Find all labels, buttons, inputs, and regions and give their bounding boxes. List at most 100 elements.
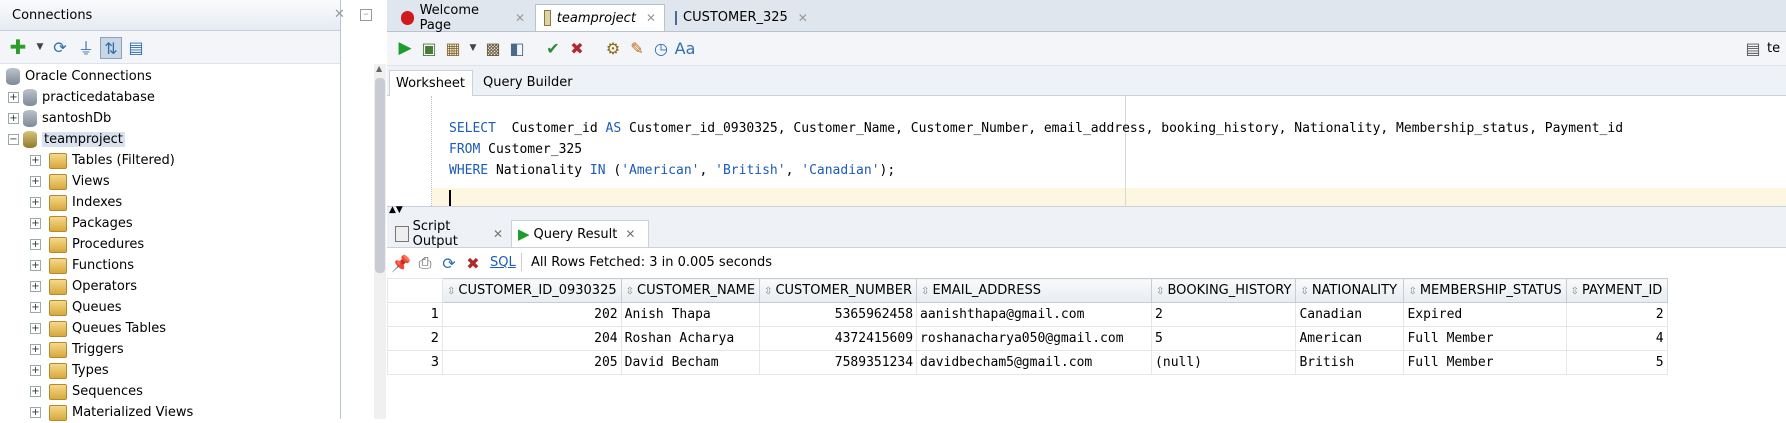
splitter-arrows-icon[interactable]: ▲▼ xyxy=(389,205,403,215)
tab-welcome-page[interactable]: Welcome Page ✕ xyxy=(393,3,533,33)
cell-membership-status[interactable]: Expired xyxy=(1403,302,1567,327)
column-header[interactable]: ⇳ BOOKING_HISTORY xyxy=(1151,278,1297,303)
table-row[interactable]: 2 204 Roshan Acharya 4372415609 roshanac… xyxy=(387,326,1668,351)
cell-customer-name[interactable]: David Becham xyxy=(620,350,761,375)
tab-teamproject[interactable]: teamproject ✕ xyxy=(535,4,665,31)
expand-icon[interactable]: + xyxy=(30,176,41,187)
commit-icon[interactable]: ▦ xyxy=(443,38,463,58)
cell-booking-history[interactable]: 2 xyxy=(1151,302,1297,327)
tree-item-sequences[interactable]: + Sequences xyxy=(30,381,143,402)
sql-tuning-icon[interactable]: ⚙ xyxy=(603,38,623,58)
chevron-down-icon[interactable]: ▼ xyxy=(30,37,50,57)
minimize-icon[interactable]: – xyxy=(360,8,372,21)
close-icon[interactable]: ✕ xyxy=(493,227,503,241)
tree-item-practicedatabase[interactable]: + practicedatabase xyxy=(8,87,155,108)
cell-customer-name[interactable]: Roshan Acharya xyxy=(620,326,761,351)
tree-item-santoshdb[interactable]: + santoshDb xyxy=(8,108,111,129)
cell-customer-id[interactable]: 204 xyxy=(442,326,622,351)
tree-item-procedures[interactable]: + Procedures xyxy=(30,234,144,255)
collapse-icon[interactable]: − xyxy=(8,134,19,145)
print-icon[interactable]: ⎙ xyxy=(415,253,435,273)
cell-nationality[interactable]: American xyxy=(1295,326,1405,351)
tree-item-tables-filtered[interactable]: + Tables (Filtered) xyxy=(30,150,175,171)
sql-link[interactable]: SQL xyxy=(490,255,516,270)
cancel-query-icon[interactable]: ✖ xyxy=(463,253,483,273)
tab-query-builder[interactable]: Query Builder xyxy=(477,70,589,95)
expand-icon[interactable]: + xyxy=(30,197,41,208)
close-icon[interactable]: ✕ xyxy=(334,7,345,22)
cell-email-address[interactable]: aanishthapa@gmail.com xyxy=(916,302,1153,327)
expand-icon[interactable]: + xyxy=(30,407,41,418)
commit-transaction-icon[interactable]: ✔ xyxy=(543,38,563,58)
close-icon[interactable]: ✕ xyxy=(515,11,525,25)
expand-icon[interactable]: + xyxy=(30,155,41,166)
close-icon[interactable]: ✕ xyxy=(646,11,656,25)
cell-nationality[interactable]: Canadian xyxy=(1295,302,1405,327)
tree-item-indexes[interactable]: + Indexes xyxy=(30,192,122,213)
scroll-up-icon[interactable]: ▲ xyxy=(376,64,382,73)
cell-customer-number[interactable]: 7589351234 xyxy=(759,350,918,375)
connection-selector-label[interactable]: te xyxy=(1767,41,1780,56)
cell-nationality[interactable]: British xyxy=(1295,350,1405,375)
cell-payment-id[interactable]: 2 xyxy=(1565,302,1668,327)
cell-booking-history[interactable]: (null) xyxy=(1151,350,1297,375)
tab-customer-325[interactable]: CUSTOMER_325 ✕ xyxy=(667,4,808,31)
expand-icon[interactable]: + xyxy=(30,365,41,376)
expand-icon[interactable]: + xyxy=(30,386,41,397)
format-icon[interactable]: Aa xyxy=(675,38,696,58)
column-header[interactable]: ⇳ NATIONALITY xyxy=(1295,278,1405,303)
explain-plan-icon[interactable]: ▩ xyxy=(483,38,503,58)
pin-icon[interactable]: 📌 xyxy=(391,253,411,273)
tree-item-views[interactable]: + Views xyxy=(30,171,110,192)
history-icon[interactable]: ◷ xyxy=(651,38,671,58)
tree-item-packages[interactable]: + Packages xyxy=(30,213,133,234)
autotrace-icon[interactable]: ◧ xyxy=(507,38,527,58)
table-row[interactable]: 3 205 David Becham 7589351234 davidbecha… xyxy=(387,350,1668,375)
sql-line-2[interactable]: FROM Customer_325 xyxy=(449,142,582,157)
column-header[interactable]: ⇳ CUSTOMER_NUMBER xyxy=(759,278,918,303)
cell-customer-number[interactable]: 4372415609 xyxy=(759,326,918,351)
expand-icon[interactable]: + xyxy=(30,239,41,250)
add-connection-icon[interactable]: ✚ xyxy=(8,35,28,59)
tree-item-queues-tables[interactable]: + Queues Tables xyxy=(30,318,166,339)
tree-item-teamproject[interactable]: − teamproject xyxy=(8,129,125,150)
tree-item-operators[interactable]: + Operators xyxy=(30,276,137,297)
expand-icon[interactable]: + xyxy=(8,113,19,124)
cell-email-address[interactable]: roshanacharya050@gmail.com xyxy=(916,326,1153,351)
expand-icon[interactable]: + xyxy=(30,260,41,271)
tree-item-types[interactable]: + Types xyxy=(30,360,109,381)
column-header[interactable]: ⇳ CUSTOMER_NAME xyxy=(620,278,761,303)
expand-icon[interactable]: + xyxy=(30,302,41,313)
tree-item-triggers[interactable]: + Triggers xyxy=(30,339,124,360)
column-header[interactable]: ⇳ EMAIL_ADDRESS xyxy=(916,278,1153,303)
cell-membership-status[interactable]: Full Member xyxy=(1403,350,1567,375)
run-statement-icon[interactable]: ▶ xyxy=(395,38,415,58)
chevron-down-icon[interactable]: ▼ xyxy=(463,38,483,58)
expand-icon[interactable]: + xyxy=(8,92,19,103)
rollback-icon[interactable]: ✖ xyxy=(567,38,587,58)
tab-worksheet[interactable]: Worksheet xyxy=(389,70,473,96)
refresh-icon[interactable]: ⟳ xyxy=(439,253,459,273)
clear-icon[interactable]: ✎ xyxy=(627,38,647,58)
schema-browser-icon[interactable]: ⇅ xyxy=(100,37,122,59)
filter-icon[interactable]: ⏚ xyxy=(76,37,96,58)
tab-query-result[interactable]: ▶ Query Result ✕ xyxy=(511,220,649,247)
tree-item-materialized-views[interactable]: + Materialized Views xyxy=(30,402,193,423)
close-icon[interactable]: ✕ xyxy=(625,227,635,241)
cell-customer-number[interactable]: 5365962458 xyxy=(759,302,918,327)
expand-icon[interactable]: + xyxy=(30,323,41,334)
expand-icon[interactable]: + xyxy=(30,344,41,355)
expand-icon[interactable]: + xyxy=(30,218,41,229)
column-header[interactable]: ⇳ CUSTOMER_ID_0930325 xyxy=(442,278,622,303)
cell-customer-id[interactable]: 205 xyxy=(442,350,622,375)
cell-booking-history[interactable]: 5 xyxy=(1151,326,1297,351)
tree-scrollbar-thumb[interactable] xyxy=(375,78,385,273)
table-row[interactable]: 1 202 Anish Thapa 5365962458 aanishthapa… xyxy=(387,302,1668,327)
sql-line-1[interactable]: SELECT Customer_id AS Customer_id_093032… xyxy=(449,121,1623,136)
cell-payment-id[interactable]: 4 xyxy=(1565,326,1668,351)
cell-customer-name[interactable]: Anish Thapa xyxy=(620,302,761,327)
collapse-all-icon[interactable]: ▤ xyxy=(126,37,146,57)
tree-item-functions[interactable]: + Functions xyxy=(30,255,134,276)
run-script-icon[interactable]: ▣ xyxy=(419,38,439,58)
column-header[interactable]: ⇳ MEMBERSHIP_STATUS xyxy=(1403,278,1567,303)
